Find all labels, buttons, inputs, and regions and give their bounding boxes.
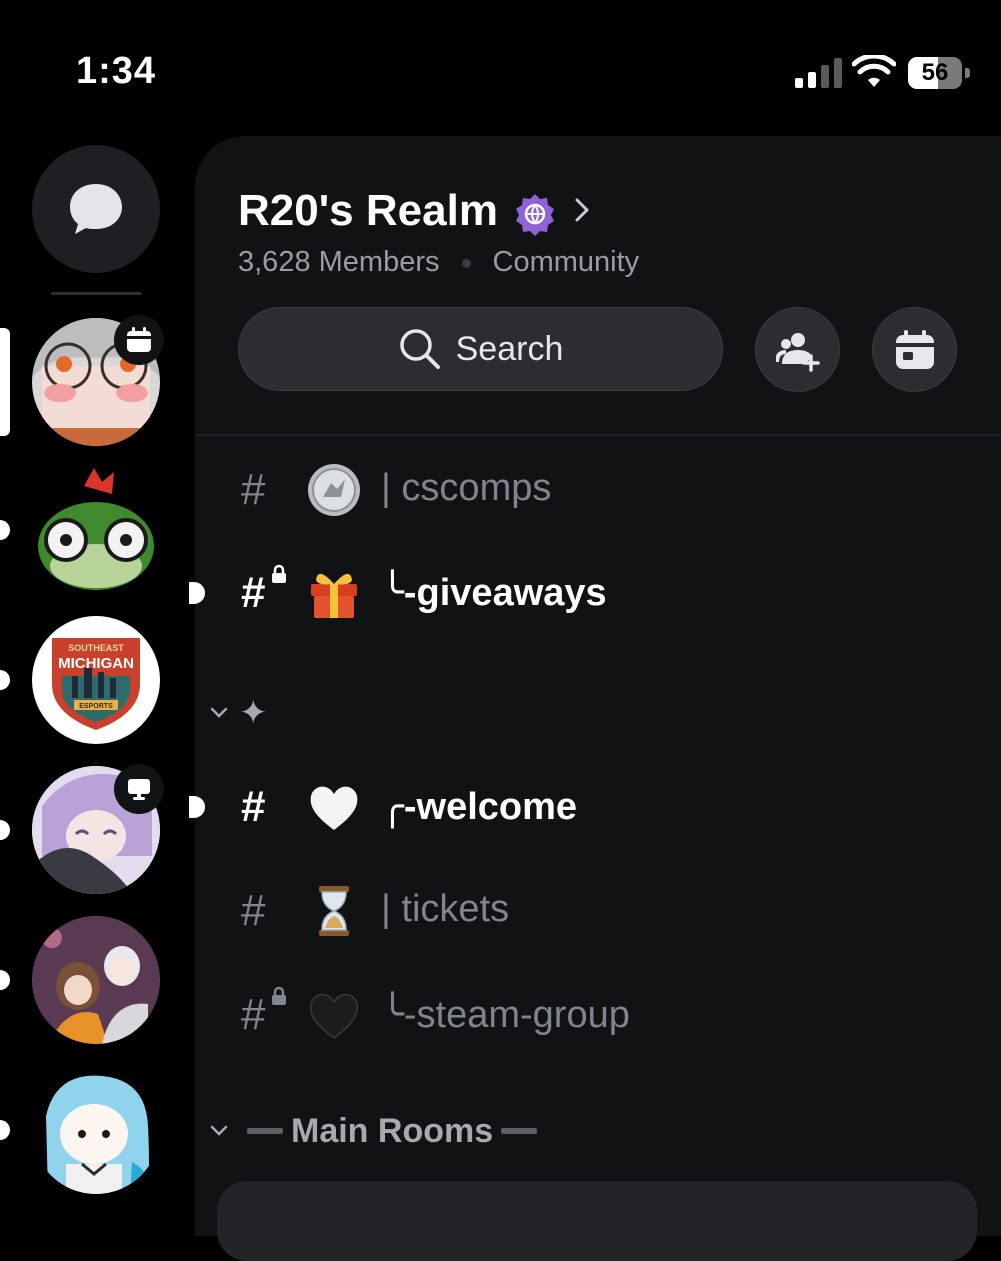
text-channel-icon: #	[241, 886, 266, 935]
category-label: Main Rooms	[291, 1111, 494, 1150]
unread-indicator	[0, 820, 10, 840]
monitor-icon	[128, 779, 150, 800]
chat-bubble-icon	[70, 184, 122, 234]
server-event-badge	[114, 315, 164, 365]
black-heart-emoji	[309, 993, 359, 1039]
invite-members-button[interactable]	[755, 307, 840, 392]
add-member-icon	[775, 332, 820, 372]
battery-percent: 56	[921, 59, 949, 86]
meta-separator	[461, 258, 471, 268]
channel-giveaways[interactable]: # ╰-giveaways	[189, 554, 1001, 634]
unread-indicator	[189, 796, 205, 818]
chevron-down-icon	[210, 1125, 228, 1136]
server-meta: 3,628 Members Community	[238, 246, 639, 279]
events-button[interactable]	[872, 307, 957, 392]
svg-text:SOUTHEAST: SOUTHEAST	[68, 643, 124, 653]
lock-icon	[272, 986, 286, 1005]
cellular-signal-icon	[795, 58, 842, 88]
member-count: 3,628 Members	[238, 246, 440, 278]
community-verified-icon	[516, 194, 554, 236]
category-decoration	[501, 1128, 538, 1134]
server-avatar-image	[32, 1066, 160, 1194]
server-channel-panel: R20's Realm 3,628 Members Community Searc…	[189, 136, 1001, 1261]
channel-name: ╰-giveaways	[381, 572, 607, 614]
unread-indicator	[0, 670, 10, 690]
search-icon	[399, 329, 440, 369]
battery-indicator: 56	[908, 57, 970, 89]
channel-cscomps[interactable]: # | cscomps	[195, 451, 1001, 531]
text-channel-icon: #	[241, 568, 266, 617]
wifi-icon	[852, 55, 896, 87]
rail-separator	[51, 292, 142, 295]
svg-text:MICHIGAN: MICHIGAN	[58, 655, 134, 672]
michigan-esports-logo: SOUTHEAST MICHIGAN ESPORTS	[52, 638, 140, 730]
unread-indicator	[0, 970, 10, 990]
hourglass-emoji	[319, 886, 349, 936]
category-label: ✦	[239, 694, 268, 732]
calendar-icon	[127, 327, 151, 352]
search-label: Search	[455, 329, 564, 368]
chevron-right-icon[interactable]	[571, 194, 595, 226]
channel-name: ╭-welcome	[381, 786, 578, 828]
server-avatar-image	[38, 468, 154, 590]
server-southeast-michigan-esports[interactable]: SOUTHEAST MICHIGAN ESPORTS	[32, 616, 160, 744]
search-button[interactable]: Search	[238, 307, 723, 391]
channel-name: ╰-steam-group	[381, 994, 630, 1036]
channel-welcome[interactable]: # ╭-welcome	[189, 768, 1001, 848]
server-title[interactable]: R20's Realm	[238, 186, 498, 236]
header-divider	[195, 434, 1001, 436]
lock-icon	[272, 564, 286, 583]
chevron-down-icon	[210, 707, 228, 718]
unread-indicator	[189, 582, 205, 604]
selected-server-indicator	[0, 328, 10, 436]
calendar-icon	[895, 329, 934, 369]
server-anime-duo[interactable]	[32, 916, 160, 1044]
channel-tickets[interactable]: # | tickets	[195, 872, 1001, 952]
category-sparkle[interactable]: ✦	[207, 688, 276, 738]
coin-emoji	[308, 464, 360, 516]
server-stage-badge	[114, 764, 164, 814]
channel-name: | tickets	[381, 888, 510, 930]
channel-name: | cscomps	[381, 467, 552, 509]
status-bar: 1:34 56	[0, 0, 1001, 140]
category-decoration	[247, 1128, 283, 1134]
channel-list-item-partial[interactable]	[217, 1181, 977, 1261]
white-heart-emoji	[310, 786, 358, 830]
svg-text:ESPORTS: ESPORTS	[79, 703, 113, 710]
server-blue-chibi[interactable]	[32, 1066, 160, 1194]
gift-emoji	[311, 573, 357, 618]
category-main-rooms[interactable]: Main Rooms	[207, 1106, 538, 1156]
text-channel-icon: #	[241, 990, 266, 1039]
direct-messages-button[interactable]	[32, 145, 160, 273]
channel-steam-group[interactable]: # ╰-steam-group	[195, 976, 1001, 1056]
unread-indicator	[0, 1120, 10, 1140]
text-channel-icon: #	[241, 465, 266, 514]
server-green-frog[interactable]	[32, 466, 160, 594]
server-avatar-image	[32, 916, 160, 1044]
unread-indicator	[0, 520, 10, 540]
status-time: 1:34	[76, 50, 157, 92]
server-rail: SOUTHEAST MICHIGAN ESPORTS	[0, 140, 195, 1200]
server-type: Community	[492, 246, 640, 278]
text-channel-icon: #	[241, 782, 266, 831]
